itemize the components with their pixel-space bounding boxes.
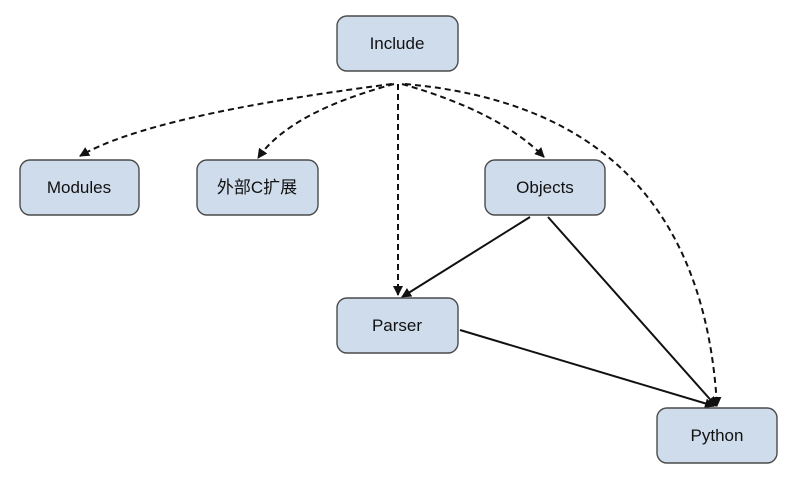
edge-include-to-objects bbox=[401, 83, 545, 158]
edge-include-to-external bbox=[257, 83, 395, 159]
edges-layer bbox=[79, 83, 722, 409]
node-python[interactable]: Python bbox=[656, 407, 778, 464]
edge-objects-to-python bbox=[547, 216, 717, 407]
node-modules[interactable]: Modules bbox=[19, 159, 140, 216]
node-python-label: Python bbox=[691, 426, 744, 445]
node-external-c-extension[interactable]: 外部C扩展 bbox=[196, 159, 319, 216]
node-include-label: Include bbox=[370, 34, 425, 53]
node-objects[interactable]: Objects bbox=[484, 159, 606, 216]
node-parser-label: Parser bbox=[372, 316, 422, 335]
node-external-label: 外部C扩展 bbox=[217, 178, 297, 197]
edge-objects-to-parser bbox=[401, 216, 531, 298]
edge-include-to-python bbox=[404, 83, 722, 407]
edge-include-to-modules bbox=[79, 83, 393, 157]
edge-parser-to-python bbox=[459, 329, 715, 409]
node-objects-label: Objects bbox=[516, 178, 574, 197]
node-parser[interactable]: Parser bbox=[336, 297, 459, 354]
node-include[interactable]: Include bbox=[336, 15, 459, 72]
node-modules-label: Modules bbox=[47, 178, 111, 197]
dependency-diagram: Include Modules 外部C扩展 Objects Parser Pyt… bbox=[19, 15, 778, 464]
